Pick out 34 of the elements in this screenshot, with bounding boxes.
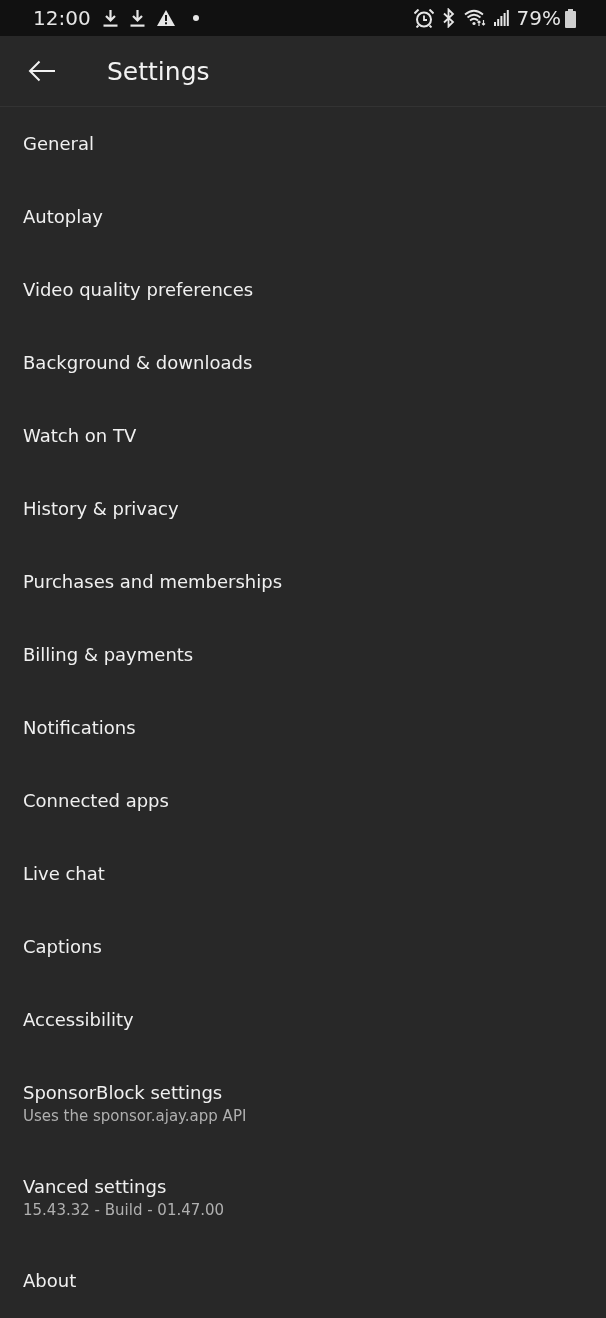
settings-item[interactable]: General — [0, 107, 606, 180]
settings-item[interactable]: Background & downloads — [0, 326, 606, 399]
settings-item[interactable]: SponsorBlock settings Uses the sponsor.ajay.app API — [0, 1056, 606, 1150]
item-title: SponsorBlock settings — [23, 1081, 224, 1103]
back-button[interactable] — [28, 60, 55, 82]
page-title: Settings — [107, 56, 210, 86]
download-icon — [129, 9, 145, 27]
settings-item[interactable]: Purchases and memberships — [0, 545, 606, 618]
settings-item[interactable]: Autoplay — [0, 180, 606, 253]
battery-icon — [565, 8, 576, 28]
settings-item[interactable]: Captions — [0, 910, 606, 983]
back-arrow-icon — [28, 60, 55, 82]
item-title: Vanced settings — [23, 1175, 168, 1197]
settings-item[interactable]: History & privacy — [0, 472, 606, 545]
settings-item[interactable]: Notifications — [0, 691, 606, 764]
settings-item[interactable]: Watch on TV — [0, 399, 606, 472]
item-subtitle: Uses the sponsor.ajay.app API — [23, 1106, 248, 1125]
settings-item[interactable]: Accessibility — [0, 983, 606, 1056]
settings-item[interactable]: Connected apps — [0, 764, 606, 837]
settings-item[interactable]: About — [0, 1244, 606, 1317]
wifi-icon — [463, 9, 486, 27]
status-time: 12:00 — [33, 6, 91, 30]
battery-percent: 79% — [516, 6, 561, 30]
download-icon — [102, 9, 118, 27]
settings-item[interactable]: Video quality preferences — [0, 253, 606, 326]
bluetooth-icon — [441, 8, 456, 28]
signal-icon — [493, 10, 509, 26]
alarm-icon — [413, 8, 434, 28]
item-subtitle: 15.43.32 - Build - 01.47.00 — [23, 1200, 226, 1219]
settings-item[interactable]: Billing & payments — [0, 618, 606, 691]
settings-item[interactable]: Vanced settings 15.43.32 - Build - 01.47.00 — [0, 1150, 606, 1244]
dot-icon — [192, 15, 199, 21]
warning-icon — [156, 10, 175, 26]
settings-item[interactable]: Live chat — [0, 837, 606, 910]
